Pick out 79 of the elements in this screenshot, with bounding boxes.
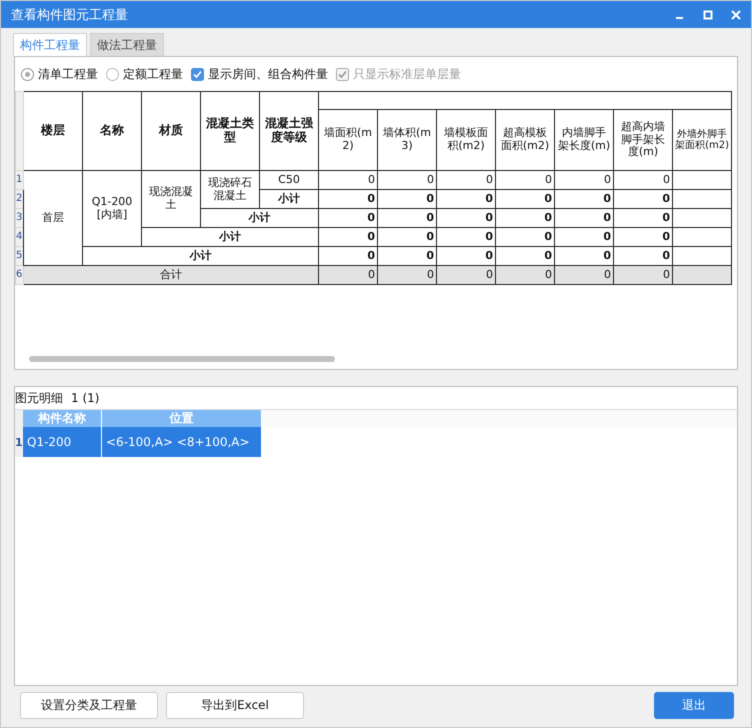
table-cell: 0 bbox=[318, 208, 378, 228]
row-number: 3 bbox=[16, 208, 24, 228]
table-cell: 0 bbox=[496, 228, 554, 246]
table-cell: 0 bbox=[554, 228, 614, 246]
table-cell: 0 bbox=[554, 266, 614, 284]
table-cell: 0 bbox=[318, 190, 378, 208]
table-cell: 0 bbox=[318, 228, 378, 246]
option-label: 显示房间、组合构件量 bbox=[208, 66, 328, 82]
checkbox[interactable] bbox=[191, 68, 204, 80]
button[interactable]: 设置分类及工程量 bbox=[20, 692, 158, 719]
table-cell: 0 bbox=[436, 208, 496, 228]
table-cell: 0 bbox=[614, 266, 672, 284]
count-label: 1 (1) bbox=[71, 391, 100, 405]
column-header: 墙体积(m3) bbox=[378, 110, 436, 170]
table-cell: 0 bbox=[318, 170, 378, 190]
column-header: 超高模板面积(m2) bbox=[496, 110, 554, 170]
table-cell: 0 bbox=[614, 190, 672, 208]
option-label: 定额工程量 bbox=[123, 66, 183, 82]
row-number: 5 bbox=[16, 246, 24, 266]
table-cell: 0 bbox=[436, 228, 496, 246]
tab[interactable]: 构件工程量 bbox=[13, 33, 87, 56]
row-number: 6 bbox=[16, 266, 24, 284]
column-header: 超高内墙脚手架长度(m) bbox=[614, 110, 672, 170]
table-cell: 0 bbox=[614, 170, 672, 190]
table-cell: 0 bbox=[496, 170, 554, 190]
table-cell: 0 bbox=[318, 266, 378, 284]
table-cell: 0 bbox=[378, 208, 436, 228]
table-cell: 0 bbox=[614, 228, 672, 246]
table-cell[interactable]: Q1-200 bbox=[23, 427, 102, 457]
option-label: 只显示标准层单层量 bbox=[353, 66, 461, 82]
table-cell: Q1-200 [内墙] bbox=[82, 170, 142, 246]
table-cell: 小计 bbox=[142, 228, 318, 246]
row-number: 1 bbox=[16, 170, 24, 190]
table-cell: 小计 bbox=[260, 190, 318, 208]
column-header: 名称 bbox=[82, 92, 142, 170]
column-header: 楼层 bbox=[24, 92, 82, 170]
row-number: 2 bbox=[16, 190, 24, 208]
maximize-icon[interactable] bbox=[703, 10, 713, 20]
column-header: 内墙脚手架长度(m) bbox=[554, 110, 614, 170]
column-header: 构件名称 bbox=[23, 410, 102, 427]
column-header: 混凝土强度等级 bbox=[260, 92, 318, 170]
row-number: 4 bbox=[16, 228, 24, 246]
table-cell: 合计 bbox=[24, 266, 318, 284]
table-cell: C50 bbox=[260, 170, 318, 190]
column-header: 位置 bbox=[102, 410, 262, 427]
table-cell: 现浇碎石混凝土 bbox=[200, 170, 260, 208]
tab[interactable]: 做法工程量 bbox=[90, 33, 164, 56]
button[interactable]: 导出到Excel bbox=[166, 692, 304, 719]
table-cell[interactable]: <6-100,A> <8+100,A> bbox=[102, 427, 262, 457]
column-header: 混凝土类型 bbox=[200, 92, 260, 170]
close-icon[interactable] bbox=[731, 10, 741, 20]
window-title: 查看构件图元工程量 bbox=[11, 6, 128, 24]
column-header: 墙面积(m2) bbox=[318, 110, 378, 170]
table-cell: 0 bbox=[496, 208, 554, 228]
radio-button[interactable] bbox=[106, 68, 119, 80]
table-cell: 0 bbox=[378, 228, 436, 246]
scrollbar[interactable] bbox=[29, 356, 335, 362]
table-cell: 0 bbox=[496, 266, 554, 284]
table-cell: 0 bbox=[436, 190, 496, 208]
section-title: 图元明细 bbox=[15, 390, 63, 406]
column-header: 墙模板面积(m2) bbox=[436, 110, 496, 170]
column-header: 外墙外脚手架面积(m2) bbox=[672, 110, 732, 170]
table-cell: 0 bbox=[614, 208, 672, 228]
table-cell: 0 bbox=[554, 190, 614, 208]
table-cell: 0 bbox=[554, 170, 614, 190]
table-cell: 0 bbox=[436, 266, 496, 284]
button[interactable]: 退出 bbox=[654, 692, 734, 719]
column-header: 材质 bbox=[142, 92, 200, 170]
table-cell: 0 bbox=[378, 190, 436, 208]
table-cell: 0 bbox=[378, 266, 436, 284]
option-label: 清单工程量 bbox=[38, 66, 98, 82]
table-cell: 0 bbox=[436, 170, 496, 190]
table-cell: 现浇混凝土 bbox=[142, 170, 200, 228]
radio-button[interactable] bbox=[21, 68, 34, 80]
table-cell: 0 bbox=[378, 170, 436, 190]
table-cell: 小计 bbox=[200, 208, 318, 228]
table-cell: 0 bbox=[496, 190, 554, 208]
table-cell: 0 bbox=[554, 208, 614, 228]
row-number: 1 bbox=[15, 427, 23, 457]
